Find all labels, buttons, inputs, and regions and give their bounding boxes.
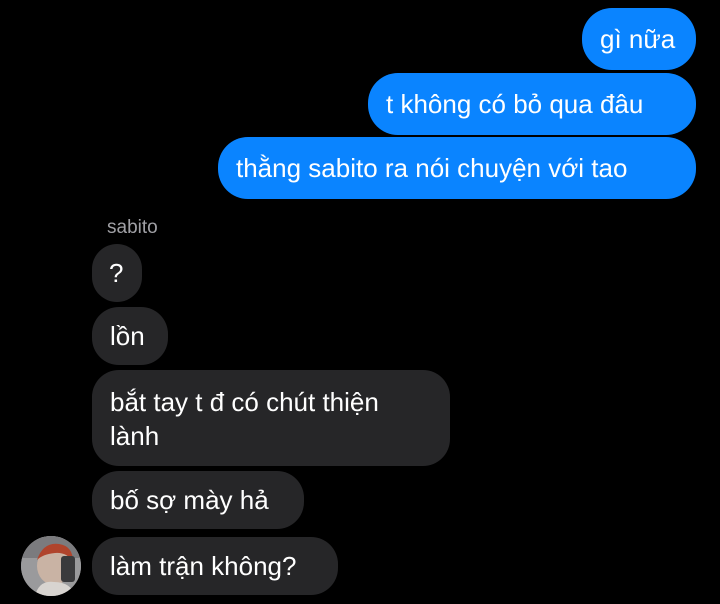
received-message-bubble[interactable]: bắt tay t đ có chút thiện lành	[92, 370, 450, 466]
sent-message-bubble[interactable]: thằng sabito ra nói chuyện với tao	[218, 137, 696, 199]
avatar-photo-icon	[21, 536, 81, 596]
message-text: t không có bỏ qua đâu	[386, 89, 644, 119]
sent-message-bubble[interactable]: gì nữa	[582, 8, 696, 70]
message-text: làm trận không?	[110, 551, 297, 581]
received-message-bubble[interactable]: làm trận không?	[92, 537, 338, 595]
message-text: gì nữa	[600, 24, 676, 54]
sender-name: sabito	[107, 217, 158, 238]
received-message-bubble[interactable]: ?	[92, 244, 142, 302]
received-message-bubble[interactable]: bố sợ mày hả	[92, 471, 304, 529]
received-message-bubble[interactable]: lồn	[92, 307, 168, 365]
message-text: thằng sabito ra nói chuyện với tao	[236, 153, 628, 183]
message-text: bố sợ mày hả	[110, 485, 269, 515]
sent-message-bubble[interactable]: t không có bỏ qua đâu	[368, 73, 696, 135]
message-text: bắt tay t đ có chút thiện lành	[110, 387, 379, 451]
message-text: lồn	[110, 321, 145, 351]
message-text: ?	[109, 258, 124, 288]
sender-avatar[interactable]	[21, 536, 81, 596]
